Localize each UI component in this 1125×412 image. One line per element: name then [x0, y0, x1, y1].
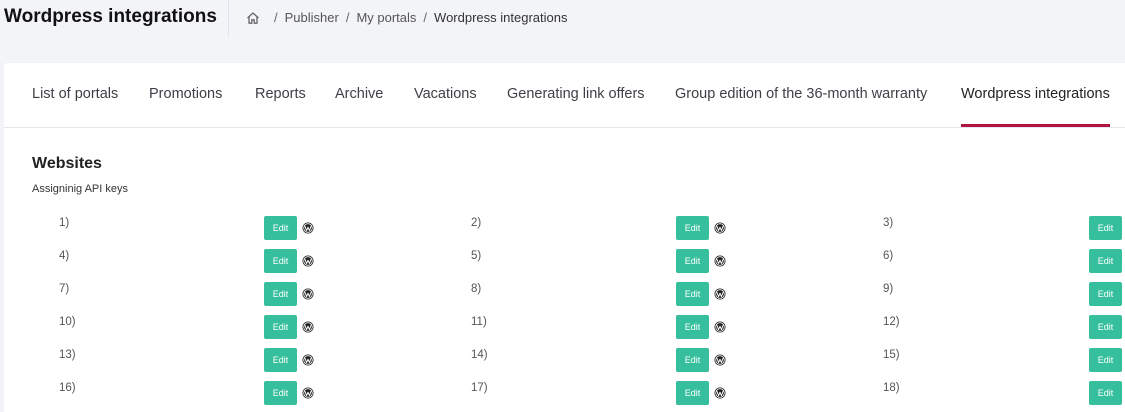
tab-bar: List of portals Promotions Reports Archi… [4, 63, 1125, 128]
site-label: 18) [883, 382, 900, 394]
wordpress-icon [302, 386, 314, 399]
site-label: 15) [883, 349, 900, 361]
tab-group-edition-warranty[interactable]: Group edition of the 36-month warranty [675, 63, 927, 127]
site-label: 12) [883, 316, 900, 328]
edit-button[interactable]: Edit [676, 249, 709, 273]
site-label: 13) [59, 349, 76, 361]
edit-button[interactable]: Edit [1089, 381, 1122, 405]
edit-button[interactable]: Edit [1089, 249, 1122, 273]
site-label: 7) [59, 283, 70, 295]
breadcrumb: / Publisher / My portals / Wordpress int… [246, 10, 567, 25]
edit-button[interactable]: Edit [676, 348, 709, 372]
tab-reports[interactable]: Reports [255, 63, 306, 127]
edit-button[interactable]: Edit [676, 216, 709, 240]
site-label: 5) [471, 250, 482, 262]
wordpress-icon [714, 353, 726, 366]
title-divider [228, 0, 229, 36]
edit-button[interactable]: Edit [676, 381, 709, 405]
edit-button[interactable]: Edit [1089, 348, 1122, 372]
edit-button[interactable]: Edit [1089, 315, 1122, 339]
wordpress-icon [714, 254, 726, 267]
edit-button[interactable]: Edit [1089, 216, 1122, 240]
wordpress-icon [714, 287, 726, 300]
edit-button[interactable]: Edit [264, 249, 297, 273]
site-label: 6) [883, 250, 894, 262]
wordpress-icon [714, 320, 726, 333]
site-label: 17) [471, 382, 488, 394]
breadcrumb-separator: / [345, 10, 350, 25]
wordpress-icon [302, 287, 314, 300]
tab-wordpress-integrations[interactable]: Wordpress integrations [961, 63, 1110, 127]
edit-button[interactable]: Edit [264, 216, 297, 240]
breadcrumb-separator: / [274, 10, 278, 25]
site-label: 9) [883, 283, 894, 295]
site-label: 16) [59, 382, 76, 394]
edit-button[interactable]: Edit [264, 348, 297, 372]
breadcrumb-my-portals[interactable]: My portals [356, 10, 416, 25]
wordpress-icon [714, 386, 726, 399]
site-label: 3) [883, 217, 894, 229]
tab-promotions[interactable]: Promotions [149, 63, 222, 127]
tab-vacations[interactable]: Vacations [414, 63, 477, 127]
wordpress-icon [302, 353, 314, 366]
tab-archive[interactable]: Archive [335, 63, 383, 127]
tab-list-of-portals[interactable]: List of portals [32, 63, 118, 127]
breadcrumb-current: Wordpress integrations [434, 10, 568, 25]
edit-button[interactable]: Edit [676, 282, 709, 306]
site-label: 8) [471, 283, 482, 295]
tab-generating-link-offers[interactable]: Generating link offers [507, 63, 645, 127]
wordpress-icon [302, 320, 314, 333]
page-title: Wordpress integrations [4, 6, 217, 27]
content-card: List of portals Promotions Reports Archi… [4, 63, 1125, 412]
site-label: 4) [59, 250, 70, 262]
site-label: 11) [471, 316, 487, 328]
home-icon[interactable] [246, 11, 260, 25]
site-label: 2) [471, 217, 482, 229]
top-bar: Wordpress integrations / Publisher / My … [0, 0, 1125, 36]
section-subtitle: Assigninig API keys [32, 183, 128, 195]
edit-button[interactable]: Edit [676, 315, 709, 339]
section-title: Websites [32, 155, 102, 172]
site-label: 14) [471, 349, 488, 361]
site-label: 10) [59, 316, 76, 328]
edit-button[interactable]: Edit [264, 282, 297, 306]
edit-button[interactable]: Edit [264, 381, 297, 405]
wordpress-icon [302, 221, 314, 234]
wordpress-icon [302, 254, 314, 267]
wordpress-icon [714, 221, 726, 234]
breadcrumb-separator: / [423, 10, 428, 25]
breadcrumb-publisher[interactable]: Publisher [285, 10, 339, 25]
edit-button[interactable]: Edit [264, 315, 297, 339]
edit-button[interactable]: Edit [1089, 282, 1122, 306]
site-label: 1) [59, 217, 70, 229]
